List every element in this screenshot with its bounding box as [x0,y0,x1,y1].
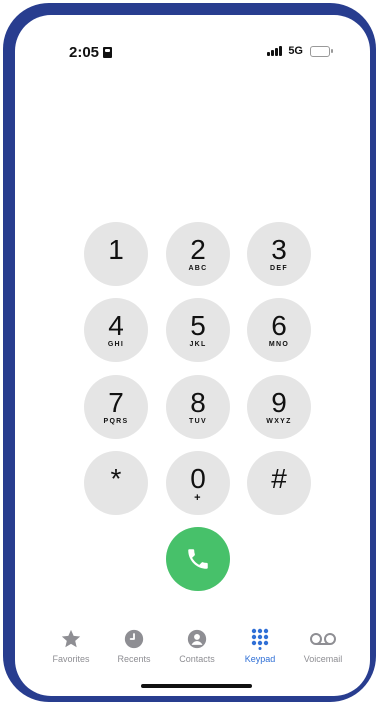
tab-label: Favorites [52,654,90,664]
key-letters: ABC [188,264,208,272]
key-letters: DEF [270,264,288,272]
key-star[interactable]: * [84,451,148,515]
call-button[interactable] [166,527,230,591]
tab-keypad[interactable]: Keypad [225,628,295,664]
key-digit: 5 [190,309,206,341]
key-digit: 7 [108,386,124,418]
star-icon [61,629,81,648]
key-1[interactable]: 1 [84,222,148,286]
key-letters: MNO [268,340,290,348]
key-6[interactable]: 6 MNO [247,298,311,362]
phone-screen: 2:05 5G 1 2 ABC 3 DEF 4 GHI 5 JKL 6 MNO … [15,15,370,696]
key-digit: # [271,462,287,494]
key-4[interactable]: 4 GHI [84,298,148,362]
device-frame: 2:05 5G 1 2 ABC 3 DEF 4 GHI 5 JKL 6 MNO … [3,3,376,702]
key-hash[interactable]: # [247,451,311,515]
key-9[interactable]: 9 WXYZ [247,375,311,439]
voicemail-icon [310,633,336,645]
home-indicator[interactable] [141,684,252,688]
tab-label: Voicemail [303,654,343,664]
key-letters: PQRS [103,417,129,425]
key-letters: + [194,491,202,504]
phone-icon [188,549,208,569]
key-letters: TUV [189,417,207,425]
key-letters: WXYZ [266,417,292,425]
person-icon [187,629,207,649]
tab-contacts[interactable]: Contacts [162,628,232,664]
key-digit: 0 [190,462,206,494]
key-5[interactable]: 5 JKL [166,298,230,362]
tab-label: Keypad [244,654,276,664]
tab-recents[interactable]: Recents [99,628,169,664]
key-letters: GHI [107,340,125,348]
tab-favorites[interactable]: Favorites [36,628,106,664]
clock-icon [124,629,144,649]
keypad-icon [251,628,269,650]
key-digit: 4 [108,309,124,341]
key-digit: 3 [271,233,287,265]
tab-label: Recents [117,654,151,664]
key-0[interactable]: 0 + [166,451,230,515]
key-digit: 9 [271,386,287,418]
dial-keypad: 1 2 ABC 3 DEF 4 GHI 5 JKL 6 MNO 7 PQRS 8… [15,15,370,696]
tab-voicemail[interactable]: Voicemail [288,628,358,664]
key-digit: 1 [108,233,124,265]
key-digit: 6 [271,309,287,341]
tab-label: Contacts [179,654,215,664]
key-7[interactable]: 7 PQRS [84,375,148,439]
key-digit: * [110,462,122,494]
key-3[interactable]: 3 DEF [247,222,311,286]
tab-bar: Favorites Recents Contacts Keypad Voicem… [15,628,370,668]
key-digit: 8 [190,386,206,418]
key-8[interactable]: 8 TUV [166,375,230,439]
key-digit: 2 [190,233,206,265]
key-2[interactable]: 2 ABC [166,222,230,286]
key-letters: JKL [189,340,207,348]
